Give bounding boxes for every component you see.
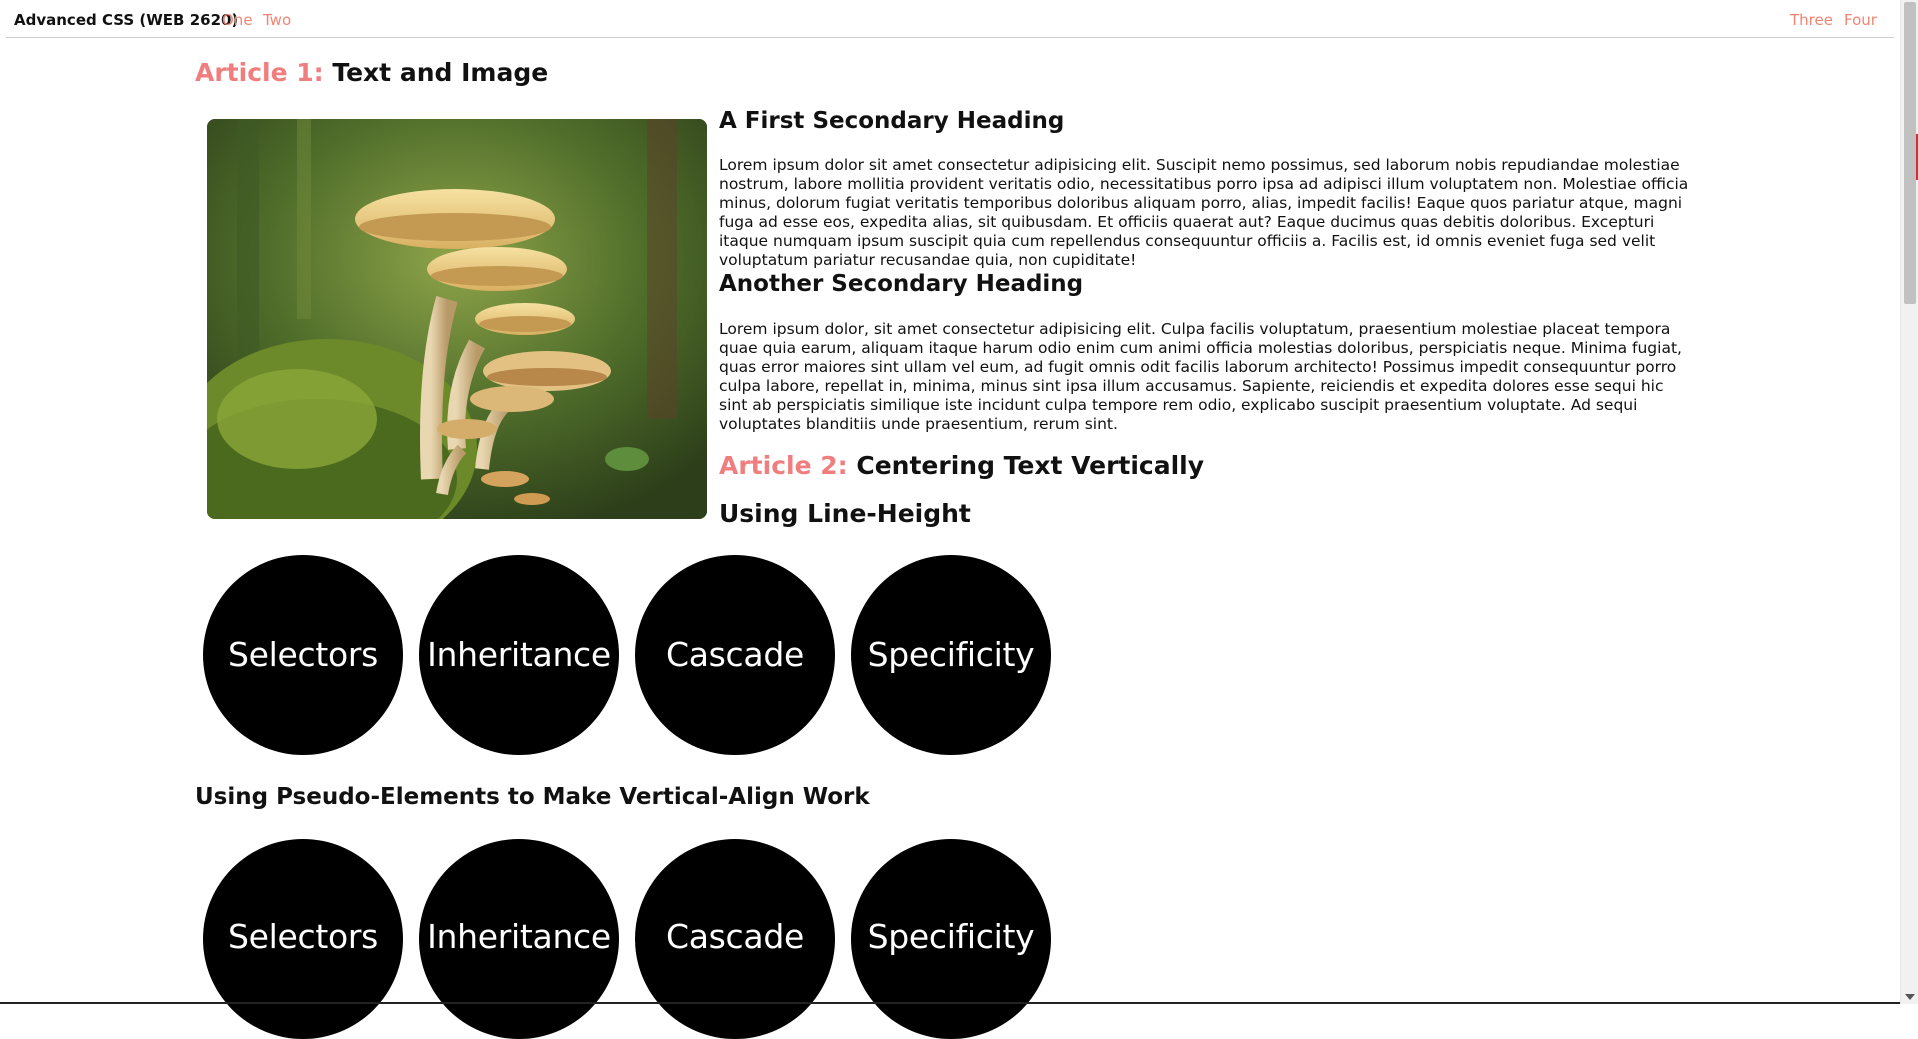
article-1-prefix: Article 1: <box>195 58 324 87</box>
mushrooms-image <box>207 119 707 519</box>
pseudo-elements-heading: Using Pseudo-Elements to Make Vertical-A… <box>195 784 870 810</box>
circle-inheritance-2: Inheritance <box>419 839 619 1039</box>
article-1-title-text: Text and Image <box>332 58 549 87</box>
circle-cascade-2: Cascade <box>635 839 835 1039</box>
circle-specificity: Specificity <box>851 555 1051 755</box>
circle-inheritance: Inheritance <box>419 555 619 755</box>
circle-selectors: Selectors <box>203 555 403 755</box>
nav-link-two[interactable]: Two <box>263 11 291 29</box>
circle-selectors-2: Selectors <box>203 839 403 1039</box>
scrollbar-thumb[interactable] <box>1904 2 1916 304</box>
paragraph-2: Lorem ipsum dolor, sit amet consectetur … <box>719 320 1682 433</box>
article-2-title-text: Centering Text Vertically <box>856 451 1205 480</box>
secondary-heading-1: A First Secondary Heading <box>719 108 1065 134</box>
nav-link-four[interactable]: Four <box>1844 11 1877 29</box>
article-2-title: Article 2: Centering Text Vertically <box>719 451 1204 480</box>
article-2-prefix: Article 2: <box>719 451 848 480</box>
vertical-scrollbar[interactable] <box>1900 0 1918 1004</box>
scroll-down-arrow-icon[interactable] <box>1905 994 1915 1000</box>
paragraph-1: Lorem ipsum dolor sit amet consectetur a… <box>719 156 1689 269</box>
nav-link-three[interactable]: Three <box>1790 11 1833 29</box>
article-1-title: Article 1: Text and Image <box>195 58 548 87</box>
circle-specificity-2: Specificity <box>851 839 1051 1039</box>
site-brand[interactable]: Advanced CSS (WEB 2620) <box>14 11 238 29</box>
line-height-heading: Using Line-Height <box>719 499 971 528</box>
nav-link-one[interactable]: One <box>222 11 253 29</box>
circle-cascade: Cascade <box>635 555 835 755</box>
top-navbar: Advanced CSS (WEB 2620) One Two Three Fo… <box>6 0 1894 38</box>
secondary-heading-2: Another Secondary Heading <box>719 271 1084 297</box>
